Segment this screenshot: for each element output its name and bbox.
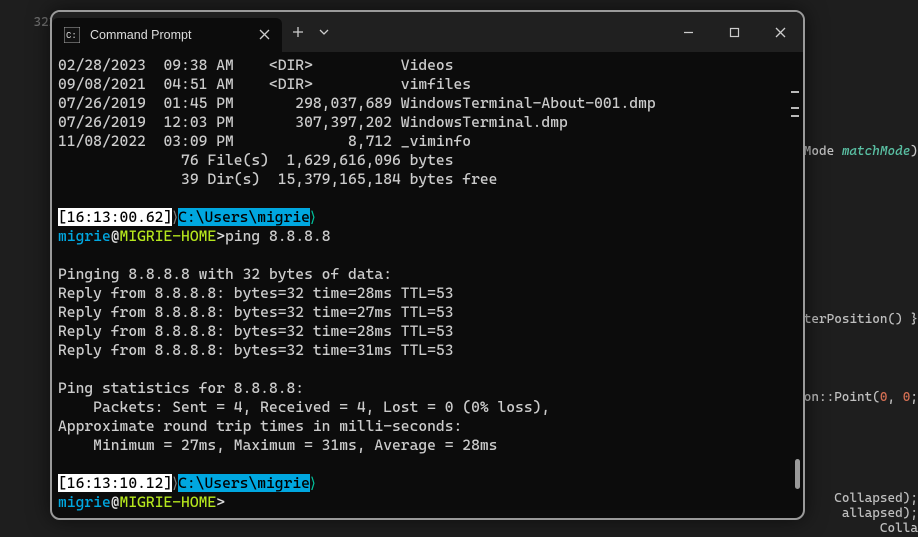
ping-stats-line: Approximate round trip times in milli-se…	[58, 417, 462, 435]
dir-line: 09/08/2021 04:51 AM <DIR> vimfiles	[58, 75, 471, 93]
dir-line: 39 Dir(s) 15,379,165,184 bytes free	[58, 170, 497, 188]
typed-command: ping 8.8.8.8	[225, 227, 330, 245]
prompt-close: ⟩	[310, 474, 316, 492]
prompt-close: ⟩	[310, 208, 316, 226]
minimize-button[interactable]	[665, 12, 711, 52]
tab-title: Command Prompt	[90, 28, 191, 42]
ping-line: Reply from 8.8.8.8: bytes=32 time=27ms T…	[58, 303, 454, 321]
prompt-path: C:\Users\migrie	[178, 474, 310, 492]
ping-stats-line: Minimum = 27ms, Maximum = 31ms, Average …	[58, 436, 497, 454]
at-sign: @	[111, 227, 120, 245]
dir-line: 11/08/2022 03:09 PM 8,712 _viminfo	[58, 132, 471, 150]
tab-dropdown-button[interactable]	[314, 12, 334, 52]
tab-close-button[interactable]	[259, 27, 270, 43]
dir-line: 02/28/2023 09:38 AM <DIR> Videos	[58, 56, 454, 74]
terminal-window: C: Command Prompt	[50, 10, 805, 520]
terminal-output[interactable]: 02/28/2023 09:38 AM <DIR> Videos 09/08/2…	[52, 52, 803, 518]
tab-command-prompt[interactable]: C: Command Prompt	[52, 18, 282, 52]
prompt-gt: >	[216, 493, 225, 511]
dir-line: 07/26/2019 12:03 PM 307,397,202 WindowsT…	[58, 113, 568, 131]
prompt-time: [16:13:00.62]	[58, 208, 172, 226]
prompt-host: MIGRIE-HOME	[120, 227, 217, 245]
dir-line: 76 File(s) 1,629,616,096 bytes	[58, 151, 454, 169]
titlebar-drag-area[interactable]	[334, 12, 665, 52]
ping-line: Pinging 8.8.8.8 with 32 bytes of data:	[58, 265, 392, 283]
ping-line: Reply from 8.8.8.8: bytes=32 time=31ms T…	[58, 341, 454, 359]
prompt-user: migrie	[58, 493, 111, 511]
dir-line: 07/26/2019 01:45 PM 298,037,689 WindowsT…	[58, 94, 656, 112]
prompt-gt: >	[216, 227, 225, 245]
prompt-host: MIGRIE-HOME	[120, 493, 217, 511]
ping-stats-line: Packets: Sent = 4, Received = 4, Lost = …	[58, 398, 550, 416]
prompt-path: C:\Users\migrie	[178, 208, 310, 226]
svg-text:C:: C:	[66, 31, 77, 41]
ping-line: Reply from 8.8.8.8: bytes=32 time=28ms T…	[58, 322, 454, 340]
prompt-time: [16:13:10.12]	[58, 474, 172, 492]
close-button[interactable]	[757, 12, 803, 52]
maximize-button[interactable]	[711, 12, 757, 52]
titlebar[interactable]: C: Command Prompt	[52, 12, 803, 52]
at-sign: @	[111, 493, 120, 511]
cmd-icon: C:	[64, 27, 80, 43]
prompt-user: migrie	[58, 227, 111, 245]
ping-stats-line: Ping statistics for 8.8.8.8:	[58, 379, 304, 397]
new-tab-button[interactable]	[282, 12, 314, 52]
ping-line: Reply from 8.8.8.8: bytes=32 time=28ms T…	[58, 284, 454, 302]
